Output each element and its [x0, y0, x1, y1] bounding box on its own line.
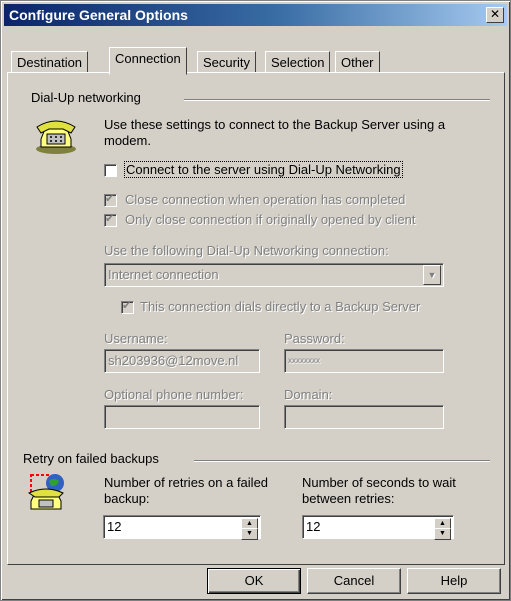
- globe-phone-icon: [27, 474, 64, 510]
- password-value: xxxxxxxx: [288, 356, 320, 365]
- dials-directly-label: This connection dials directly to a Back…: [140, 299, 421, 314]
- domain-label: Domain:: [284, 387, 333, 402]
- close-when-complete-checkbox[interactable]: [104, 192, 117, 207]
- help-button[interactable]: Help: [407, 568, 501, 594]
- retries-spinbox[interactable]: 12 ▲ ▼: [103, 515, 261, 540]
- help-label: Help: [440, 573, 468, 588]
- arrow-down-icon[interactable]: ▼: [434, 528, 451, 540]
- seconds-spinbox[interactable]: 12 ▲ ▼: [302, 515, 454, 540]
- connection-select-value: Internet connection: [108, 267, 219, 282]
- password-field[interactable]: xxxxxxxx: [284, 349, 444, 373]
- domain-field[interactable]: [284, 405, 444, 429]
- phone-label: Optional phone number:: [104, 387, 244, 402]
- connect-label: Connect to the server using Dial-Up Netw…: [124, 161, 403, 178]
- ok-button[interactable]: OK: [207, 568, 301, 594]
- ok-label: OK: [244, 573, 264, 588]
- group-divider: [184, 99, 490, 101]
- connect-checkbox[interactable]: [104, 164, 117, 177]
- dials-directly-checkbox[interactable]: [121, 299, 134, 314]
- arrow-down-icon[interactable]: ▼: [241, 528, 258, 540]
- use-connection-label: Use the following Dial-Up Networking con…: [104, 243, 389, 258]
- username-label: Username:: [104, 331, 168, 346]
- seconds-value: 12: [306, 519, 321, 534]
- dialog-window: Configure General Options ✕ Destination …: [0, 0, 511, 601]
- retries-value: 12: [107, 519, 122, 534]
- retry-group-title: Retry on failed backups: [23, 451, 159, 466]
- username-field[interactable]: sh203936@12move.nl: [104, 349, 260, 373]
- phone-field[interactable]: [104, 405, 260, 429]
- retries-label: Number of retries on a failed backup:: [104, 475, 269, 506]
- password-label: Password:: [284, 331, 345, 346]
- seconds-label: Number of seconds to wait between retrie…: [302, 475, 456, 506]
- only-close-label: Only close connection if originally open…: [125, 212, 416, 227]
- cancel-label: Cancel: [333, 573, 375, 588]
- telephone-icon: [36, 120, 76, 154]
- cancel-button[interactable]: Cancel: [307, 568, 401, 594]
- chevron-down-icon[interactable]: ▼: [423, 265, 441, 285]
- dialup-description: Use these settings to connect to the Bac…: [104, 117, 446, 148]
- close-when-complete-label: Close connection when operation has comp…: [125, 192, 406, 207]
- connection-select[interactable]: Internet connection ▼: [104, 263, 444, 287]
- group-divider: [194, 460, 490, 462]
- only-close-checkbox[interactable]: [104, 212, 117, 227]
- dialup-group-title: Dial-Up networking: [31, 90, 141, 105]
- username-value: sh203936@12move.nl: [108, 353, 239, 368]
